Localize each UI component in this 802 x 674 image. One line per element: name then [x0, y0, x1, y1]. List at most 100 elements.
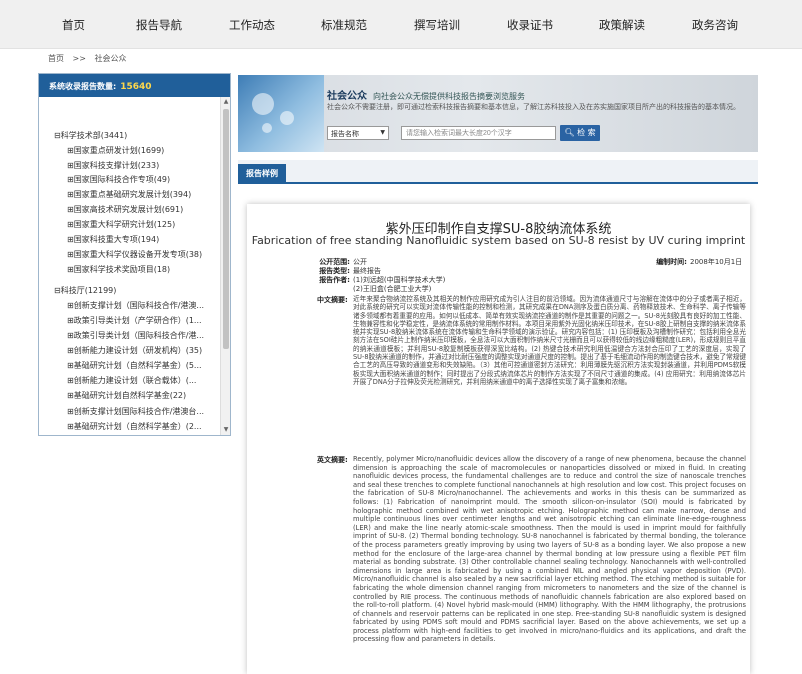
logo-circle	[252, 93, 274, 115]
search-banner: 社会公众 向社会公众无偿提供科技报告摘要浏览服务 社会公众不需要注册，即可通过检索…	[238, 75, 758, 152]
expand-icon[interactable]: ⊞	[67, 265, 74, 274]
expand-icon[interactable]: ⊞	[67, 205, 74, 214]
tree-item[interactable]: ⊞国家重大科学研究计划(125)	[67, 219, 219, 230]
tree-item-label: 政策引导类计划（国际科技合作/港...	[73, 331, 205, 340]
nav-writing-training[interactable]: 撰写培训	[414, 17, 460, 33]
tree-item-label: 国家科学技术奖励项目(18)	[73, 265, 171, 274]
expand-icon[interactable]: ⊞	[67, 331, 74, 340]
tree-group[interactable]: ⊟科技厅(12199)	[54, 285, 219, 296]
en-abstract: Recently, polymer Micro/nanofluidic devi…	[353, 455, 746, 644]
expand-icon[interactable]: ⊞	[67, 422, 74, 431]
expand-icon[interactable]: ⊞	[67, 361, 74, 370]
tree-item[interactable]: ⊞创新能力建设计划（研发机构）(35)	[67, 345, 219, 356]
tree-item[interactable]: ⊞政策引导类计划（国际科技合作/港...	[67, 330, 219, 341]
tree-item[interactable]: ⊞国家高技术研究发展计划(691)	[67, 204, 219, 215]
sidebar-scrollbar[interactable]: ▲ ▼	[220, 97, 230, 435]
search-field-select[interactable]: 报告名称 ▼	[327, 126, 389, 140]
scroll-down-icon[interactable]: ▼	[222, 426, 230, 434]
search-input[interactable]	[401, 126, 556, 140]
category-tree: ⊟科学技术部(3441) ⊞国家重点研发计划(1699) ⊞国家科技支撑计划(233…	[39, 97, 221, 435]
nav-standards[interactable]: 标准规范	[321, 17, 367, 33]
tree-item[interactable]: ⊞国家科学技术奖励项目(18)	[67, 264, 219, 275]
nav-report-guide[interactable]: 报告导航	[136, 17, 182, 33]
expand-icon[interactable]: ⊞	[67, 250, 74, 259]
logo-circle	[280, 111, 294, 125]
zh-abstract: 近年来聚合物纳流控系统及其相关的制作应用研究成为引人注目的前沿领域。因为流体通道…	[353, 295, 746, 386]
expand-icon[interactable]: ⊞	[67, 376, 74, 385]
select-value: 报告名称	[331, 130, 359, 138]
expand-icon[interactable]: ⊞	[67, 220, 74, 229]
banner-logo	[238, 75, 324, 152]
scroll-thumb[interactable]	[223, 109, 229, 349]
en-abstract-label: 英文摘要:	[317, 456, 348, 464]
tree-item-label: 国家重大科学研究计划(125)	[73, 220, 176, 229]
tree-item[interactable]: ⊞国家科技重大专项(194)	[67, 234, 219, 245]
search-button[interactable]: 🔍︎ 检 索	[560, 125, 600, 141]
tree-item-label: 创新能力建设计划（联合载体）(...	[73, 376, 197, 385]
tree-item[interactable]: ⊞创新支撑计划（国际科技合作/港澳...	[67, 300, 219, 311]
report-count: 15640	[120, 82, 152, 92]
tree-item-label: 政策引导类计划（产学研合作）(1...	[73, 316, 202, 325]
tree-item[interactable]: ⊞创新能力建设计划（联合载体）(...	[67, 375, 219, 386]
banner-tagline: 向社会公众无偿提供科技报告摘要浏览服务	[373, 92, 525, 101]
tree-item-label: 国家重点研发计划(1699)	[73, 146, 165, 155]
tree-item[interactable]: ⊞基础研究计划自然科学基金(22)	[67, 390, 219, 401]
nav-certificates[interactable]: 收录证书	[507, 17, 553, 33]
tree-item[interactable]: ⊞国家重大科学仪器设备开发专项(38)	[67, 249, 219, 260]
banner-title: 社会公众 向社会公众无偿提供科技报告摘要浏览服务	[327, 87, 525, 102]
tree-item-label: 基础研究计划自然科学基金(22)	[73, 391, 187, 400]
meta-value: (2)王旧盒(合肥工业大学)	[353, 285, 432, 293]
sidebar-header: 系统收录报告数量: 15640	[39, 74, 230, 97]
breadcrumb-separator: >>	[72, 54, 86, 63]
breadcrumb-home[interactable]: 首页	[48, 54, 64, 63]
tab-report-sample[interactable]: 报告样例	[238, 164, 286, 184]
tree-item-label: 科学技术部(3441)	[60, 131, 128, 140]
expand-icon[interactable]: ⊞	[67, 190, 74, 199]
expand-icon[interactable]: ⊞	[67, 407, 74, 416]
nav-work-news[interactable]: 工作动态	[229, 17, 275, 33]
expand-icon[interactable]: ⊞	[67, 235, 74, 244]
zh-abstract-label: 中文摘要:	[317, 296, 348, 304]
chevron-down-icon: ▼	[380, 129, 385, 136]
tree-item-label: 国家重点基础研究发展计划(394)	[73, 190, 192, 199]
expand-icon[interactable]: ⊞	[67, 161, 74, 170]
tree-item[interactable]: ⊞国家科技支撑计划(233)	[67, 160, 219, 171]
report-title-en: Fabrication of free standing Nanofluidic…	[251, 234, 746, 247]
tree-item[interactable]: ⊞基础研究计划（自然科学基金）(2...	[67, 421, 219, 432]
nav-home[interactable]: 首页	[62, 17, 85, 33]
tree-item-label: 国家科技重大专项(194)	[73, 235, 160, 244]
expand-icon[interactable]: ⊞	[67, 391, 74, 400]
expand-icon[interactable]: ⊞	[67, 175, 74, 184]
tree-group[interactable]: ⊟科学技术部(3441)	[54, 130, 219, 141]
expand-icon[interactable]: ⊞	[67, 146, 74, 155]
tree-item-label: 创新能力建设计划（研发机构）(35)	[73, 346, 203, 355]
breadcrumb: 首页 >> 社会公众	[48, 53, 133, 64]
tree-item[interactable]: ⊞政策引导类计划（产学研合作）(1...	[67, 315, 219, 326]
tree-item-label: 创新支撑计划国际科技合作/港澳台...	[73, 407, 205, 416]
tree-item-label: 基础研究计划（自然科学基金）(2...	[73, 422, 202, 431]
search-button-label: 检 索	[577, 128, 596, 137]
expand-icon[interactable]: ⊞	[67, 301, 74, 310]
nav-consulting[interactable]: 政务咨询	[692, 17, 738, 33]
collapse-icon[interactable]: ⊟	[54, 131, 61, 140]
tree-item[interactable]: ⊞创新支撑计划国际科技合作/港澳台...	[67, 406, 219, 417]
tree-item[interactable]: ⊞国家国际科技合作专项(49)	[67, 174, 219, 185]
banner-title-text: 社会公众	[327, 91, 367, 102]
expand-icon[interactable]: ⊞	[67, 316, 74, 325]
breadcrumb-current: 社会公众	[94, 54, 127, 63]
tree-item-label: 国家国际科技合作专项(49)	[73, 175, 171, 184]
nav-policy[interactable]: 政策解读	[599, 17, 645, 33]
logo-circle	[262, 123, 272, 133]
tree-item[interactable]: ⊞国家重点研发计划(1699)	[67, 145, 219, 156]
expand-icon[interactable]: ⊞	[67, 346, 74, 355]
tree-item-label: 基础研究计划（自然科学基金）(5...	[73, 361, 202, 370]
tree-item[interactable]: ⊞国家重点基础研究发展计划(394)	[67, 189, 219, 200]
sidebar: 系统收录报告数量: 15640 ⊟科学技术部(3441) ⊞国家重点研发计划(169…	[38, 73, 231, 436]
tree-item-label: 科技厅(12199)	[60, 286, 117, 295]
tree-item[interactable]: ⊞基础研究计划（自然科学基金）(5...	[67, 360, 219, 371]
top-navigation: 首页 报告导航 工作动态 标准规范 撰写培训 收录证书 政策解读 政务咨询	[0, 0, 802, 49]
tree-item-label: 国家高技术研究发展计划(691)	[73, 205, 184, 214]
date-value: 2008年10月1日	[690, 258, 743, 266]
collapse-icon[interactable]: ⊟	[54, 286, 61, 295]
scroll-up-icon[interactable]: ▲	[222, 98, 230, 106]
